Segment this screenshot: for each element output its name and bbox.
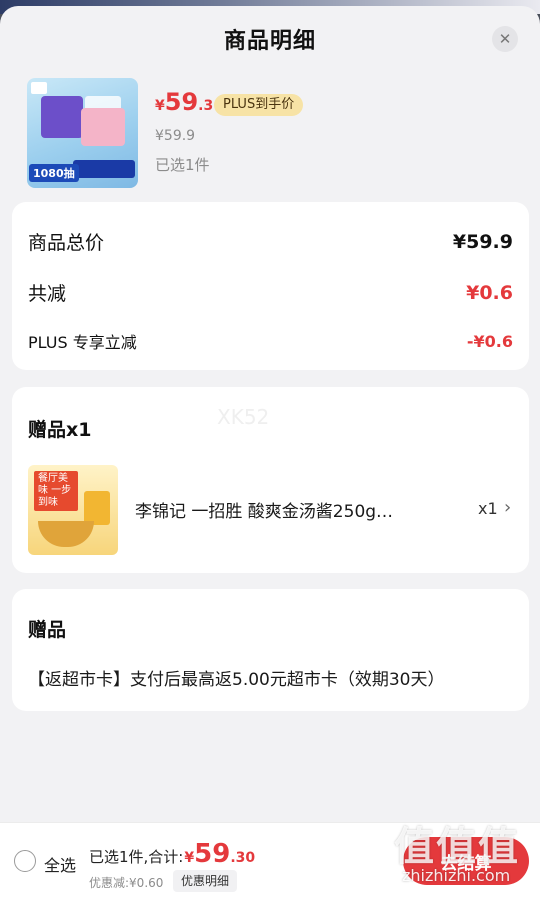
select-all-label[interactable]: 全选 — [44, 852, 76, 876]
plus-discount-label: PLUS 专享立减 — [28, 333, 137, 352]
promo-band — [73, 160, 135, 178]
checkout-bar: 全选 已选1件,合计: ¥ 59 .30 优惠减:¥0.60 优惠明细 去结算 — [0, 822, 540, 897]
price-decimal: .3 — [198, 98, 214, 114]
checkout-button[interactable]: 去结算 — [403, 837, 529, 885]
gift-item-quantity: x1 — [478, 499, 498, 518]
coupon-gift-title: 赠品 — [28, 619, 67, 641]
tissue-pack-image — [81, 108, 125, 146]
select-all-radio[interactable] — [14, 850, 36, 872]
reduction-value: ¥0.6 — [466, 281, 513, 304]
product-thumbnail[interactable]: 1080抽 — [27, 78, 138, 188]
price-summary-card: 商品总价 ¥59.9 共减 ¥0.6 PLUS 专享立减 -¥0.6 — [12, 202, 529, 370]
gift-thumb-caption: 餐厅美味 一步到味 — [34, 471, 78, 511]
price-integer: 59 — [164, 88, 199, 116]
plus-price-badge: PLUS到手价 — [214, 94, 304, 116]
total-decimal: .30 — [230, 850, 256, 866]
total-currency: ¥ — [184, 850, 195, 866]
reduction-label: 共减 — [28, 283, 67, 305]
product-summary: 1080抽 ¥ 59 .3 PLUS到手价 ¥59.9 已选1件 — [0, 72, 540, 192]
total-prefix: 已选1件,合计: — [89, 848, 184, 866]
selected-count: 已选1件 — [155, 156, 210, 174]
coupon-gift-card: 赠品 【返超市卡】支付后最高返5.00元超市卡（效期30天） — [12, 589, 529, 711]
total-price-label: 商品总价 — [28, 232, 105, 254]
sauce-jar-image — [84, 491, 110, 525]
sheet-title: 商品明细 — [223, 29, 316, 54]
brand-logo — [31, 82, 47, 94]
discount-detail-button[interactable]: 优惠明细 — [173, 870, 238, 892]
product-detail-sheet: 商品明细 ✕ 1080抽 ¥ 59 .3 PLUS到手价 ¥59.9 已选1件 … — [0, 6, 540, 897]
tissue-pack-image — [41, 96, 83, 138]
gift-title: 赠品x1 — [28, 419, 92, 441]
reduction-row: 共减 ¥0.6 — [28, 279, 513, 306]
total-price-value: ¥59.9 — [452, 230, 513, 253]
close-button[interactable]: ✕ — [492, 26, 518, 52]
currency-symbol: ¥ — [155, 98, 165, 114]
total-price-row: 商品总价 ¥59.9 — [28, 228, 513, 255]
gift-card: 赠品x1 XK52 餐厅美味 一步到味 李锦记 一招胜 酸爽金汤酱250g… x… — [12, 387, 529, 573]
coupon-gift-description: 【返超市卡】支付后最高返5.00元超市卡（效期30天） — [28, 670, 445, 690]
plus-price: ¥ 59 .3 — [155, 88, 213, 116]
close-icon: ✕ — [498, 29, 512, 48]
soup-bowl-image — [38, 521, 94, 547]
gift-thumbnail[interactable]: 餐厅美味 一步到味 — [28, 465, 118, 555]
discount-amount: 优惠减:¥0.60 — [89, 876, 164, 890]
order-total: 已选1件,合计: ¥ 59 .30 — [89, 839, 255, 869]
sheet-header: 商品明细 ✕ — [0, 6, 540, 72]
chevron-right-icon[interactable]: › — [504, 497, 511, 518]
plus-discount-value: -¥0.6 — [466, 331, 513, 351]
gift-item-name[interactable]: 李锦记 一招胜 酸爽金汤酱250g… — [135, 497, 435, 522]
original-price: ¥59.9 — [155, 128, 196, 144]
gift-watermark: XK52 — [217, 405, 270, 429]
total-integer: 59 — [194, 839, 231, 869]
product-count-tag: 1080抽 — [29, 164, 79, 182]
plus-discount-row: PLUS 专享立减 -¥0.6 — [28, 329, 513, 353]
